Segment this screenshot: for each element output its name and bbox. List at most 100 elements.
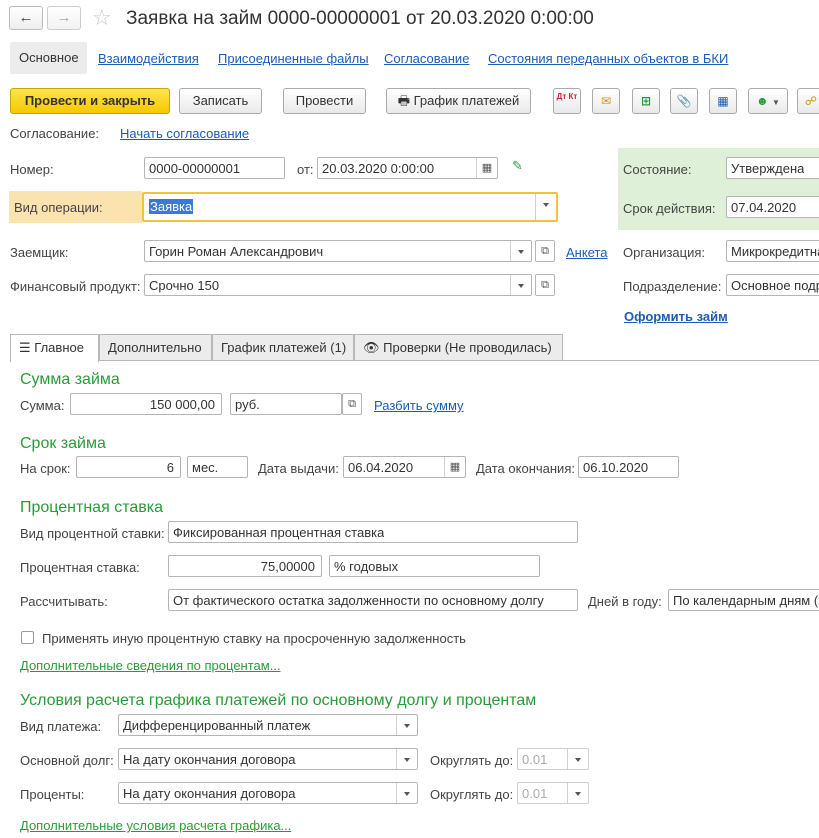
product-field[interactable]: Срочно 150 <box>144 274 532 296</box>
validity-field[interactable]: 07.04.2020 <box>726 196 819 218</box>
tab-additional[interactable]: Дополнительно <box>99 334 212 360</box>
payment-type-label: Вид платежа: <box>20 719 102 734</box>
product-dropdown-icon[interactable] <box>510 275 531 295</box>
tab-main[interactable]: ☰ Главное <box>10 334 99 362</box>
tab-payment-schedule[interactable]: График платежей (1) <box>212 334 354 360</box>
payment-type-dropdown-icon[interactable] <box>396 715 417 735</box>
interest-field[interactable]: На дату окончания договора <box>118 782 418 804</box>
issue-date-field[interactable]: 06.04.2020 ▦ <box>343 456 466 478</box>
borrower-dropdown-icon[interactable] <box>510 241 531 261</box>
date-from-label: от: <box>297 162 314 177</box>
nav-tab-interactions[interactable]: Взаимодействия <box>98 51 199 66</box>
dt-kt-icon[interactable]: Дт Кт <box>553 88 581 114</box>
payment-schedule-label: График платежей <box>413 93 520 108</box>
calc-field[interactable]: От фактического остатка задолженности по… <box>168 589 578 611</box>
split-sum-link[interactable]: Разбить сумму <box>374 398 464 413</box>
round2-field[interactable]: 0.01 <box>517 782 589 804</box>
principal-label: Основной долг: <box>20 753 114 768</box>
edit-check-icon[interactable]: ✎ <box>512 158 523 174</box>
term-unit-field[interactable]: мес. <box>187 456 248 478</box>
validity-label: Срок действия: <box>623 201 716 216</box>
approval-label: Согласование: <box>10 126 100 141</box>
forward-button[interactable]: → <box>47 6 81 30</box>
operation-value: Заявка <box>149 199 194 214</box>
post-and-close-button[interactable]: Провести и закрыть <box>10 88 170 114</box>
calendar-icon[interactable]: ▦ <box>476 158 497 178</box>
rate-unit-field[interactable]: % годовых <box>329 555 540 577</box>
rate-title: Процентная ставка <box>20 499 163 516</box>
round1-dropdown-icon[interactable] <box>567 749 588 769</box>
days-field[interactable]: По календарным дням (3 <box>668 589 819 611</box>
sum-field[interactable]: 150 000,00 <box>70 393 222 415</box>
payment-schedule-button[interactable]: 🖶 График платежей <box>386 88 531 114</box>
report-icon[interactable]: ☍ <box>797 88 819 114</box>
dept-label: Подразделение: <box>623 279 722 294</box>
tabs-baseline <box>10 360 819 361</box>
users-menu-icon[interactable]: ☻ ▼ <box>748 88 788 114</box>
overdue-rate-label: Применять иную процентную ставку на прос… <box>42 631 466 646</box>
back-button[interactable]: ← <box>9 6 43 30</box>
sum-label: Сумма: <box>20 398 65 413</box>
save-button[interactable]: Записать <box>179 88 262 114</box>
nav-tab-main-label: Основное <box>19 50 79 65</box>
calendar-icon[interactable]: ▦ <box>444 457 465 477</box>
principal-field[interactable]: На дату окончания договора <box>118 748 418 770</box>
anketa-link[interactable]: Анкета <box>566 245 608 260</box>
term-field[interactable]: 6 <box>76 456 181 478</box>
tab-checks[interactable]: 👁 Проверки (Не проводилась) <box>354 334 563 360</box>
org-field[interactable]: Микрокредитна <box>726 240 819 262</box>
rate-label: Процентная ставка: <box>20 560 140 575</box>
operation-label: Вид операции: <box>14 200 103 215</box>
term-label: На срок: <box>20 461 71 476</box>
overdue-rate-checkbox[interactable] <box>21 631 34 644</box>
list-icon: ☰ <box>19 340 31 355</box>
interest-label: Проценты: <box>20 787 85 802</box>
nav-tab-approval[interactable]: Согласование <box>384 51 469 66</box>
borrower-label: Заемщик: <box>10 245 69 260</box>
state-label: Состояние: <box>623 162 692 177</box>
round1-label: Округлять до: <box>430 753 514 768</box>
borrower-open-icon[interactable]: ⧉ <box>535 240 555 262</box>
schedule-more-link[interactable]: Дополнительные условия расчета графика..… <box>20 818 291 833</box>
eye-icon: 👁 <box>363 340 380 355</box>
round1-field[interactable]: 0.01 <box>517 748 589 770</box>
window-title: Заявка на займ 0000-00000001 от 20.03.20… <box>126 8 594 29</box>
envelope-icon[interactable]: ✉ <box>592 88 620 114</box>
operation-dropdown-icon[interactable] <box>535 194 556 220</box>
loan-term-title: Срок займа <box>20 435 106 452</box>
number-field[interactable]: 0000-00000001 <box>144 157 285 179</box>
round2-dropdown-icon[interactable] <box>567 783 588 803</box>
favorite-star-icon[interactable]: ☆ <box>92 5 112 31</box>
org-label: Организация: <box>623 245 706 260</box>
principal-dropdown-icon[interactable] <box>396 749 417 769</box>
dept-field[interactable]: Основное подр <box>726 274 819 296</box>
operation-field[interactable]: Заявка <box>142 192 558 222</box>
structure-icon[interactable]: ▦ <box>709 88 737 114</box>
table-add-icon[interactable]: ⊞ <box>632 88 660 114</box>
rate-type-label: Вид процентной ставки: <box>20 526 165 541</box>
end-date-label: Дата окончания: <box>476 461 575 476</box>
product-open-icon[interactable]: ⧉ <box>535 274 555 296</box>
calc-label: Рассчитывать: <box>20 594 108 609</box>
post-button[interactable]: Провести <box>283 88 366 114</box>
end-date-field[interactable]: 06.10.2020 <box>578 456 679 478</box>
days-label: Дней в году: <box>588 594 662 609</box>
schedule-title: Условия расчета графика платежей по осно… <box>20 692 537 709</box>
printer-icon: 🖶 <box>397 93 410 108</box>
currency-field[interactable]: руб. <box>230 393 342 415</box>
rate-field[interactable]: 75,00000 <box>168 555 322 577</box>
borrower-field[interactable]: Горин Роман Александрович <box>144 240 532 262</box>
nav-tab-bki-states[interactable]: Состояния переданных объектов в БКИ <box>488 51 728 66</box>
date-field[interactable]: 20.03.2020 0:00:00 ▦ <box>317 157 498 179</box>
nav-tab-attached-files[interactable]: Присоединенные файлы <box>218 51 369 66</box>
issue-loan-link[interactable]: Оформить займ <box>624 309 728 324</box>
payment-type-field[interactable]: Дифференцированный платеж <box>118 714 418 736</box>
currency-open-icon[interactable]: ⧉ <box>342 393 362 415</box>
start-approval-link[interactable]: Начать согласование <box>120 126 249 141</box>
interest-dropdown-icon[interactable] <box>396 783 417 803</box>
paperclip-icon[interactable]: 📎 <box>670 88 698 114</box>
rate-more-link[interactable]: Дополнительные сведения по процентам... <box>20 658 281 673</box>
number-label: Номер: <box>10 162 54 177</box>
rate-type-field[interactable]: Фиксированная процентная ставка <box>168 521 578 543</box>
state-field[interactable]: Утверждена <box>726 157 819 179</box>
